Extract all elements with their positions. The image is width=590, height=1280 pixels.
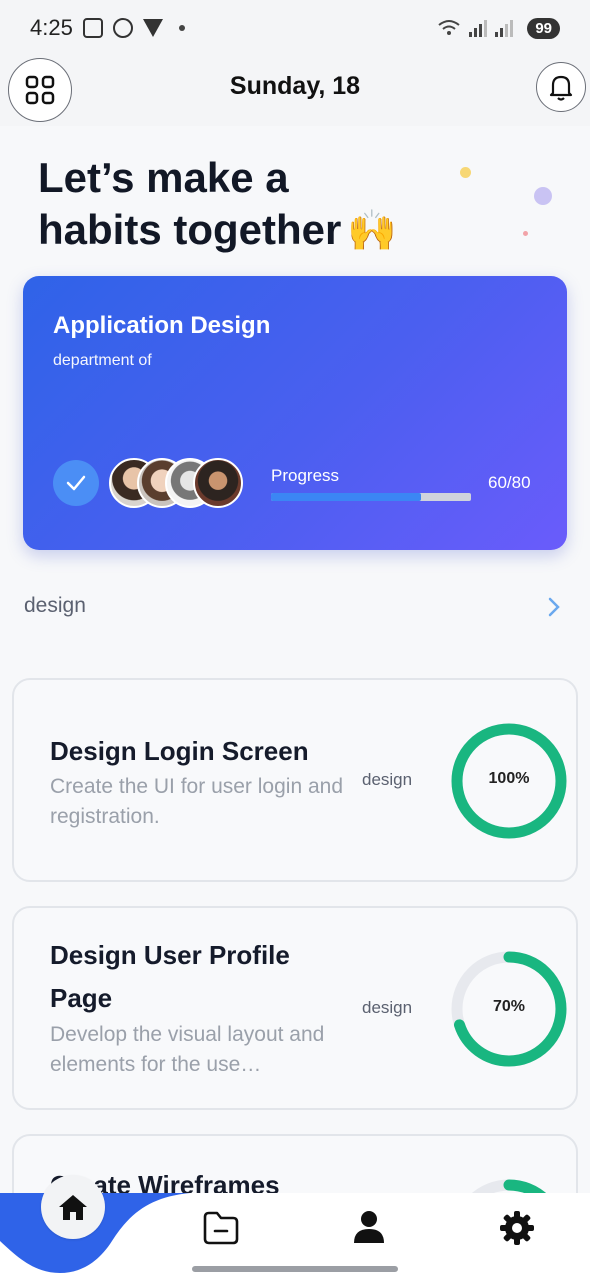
task-percent: 100% <box>488 770 530 787</box>
nav-profile-button[interactable] <box>352 1209 386 1250</box>
notification-dot-icon <box>178 25 185 31</box>
alarm-icon <box>112 18 133 38</box>
page-title: Sunday, 18 <box>229 72 361 100</box>
task-tag: design <box>362 998 413 1017</box>
member-avatars <box>109 458 243 508</box>
decor-dot-purple <box>534 187 552 205</box>
progress-bar-fill <box>271 493 421 501</box>
task-percent: 70% <box>492 998 526 1015</box>
chevron-right-icon[interactable] <box>544 596 564 618</box>
task-title: Design Login Screen <box>50 736 309 766</box>
status-time: 4:25 <box>30 15 73 40</box>
progress-bar <box>271 493 471 501</box>
section-label: design <box>24 594 86 617</box>
task-description: Develop the visual layout and elements f… <box>50 1023 325 1076</box>
notifications-button[interactable] <box>536 62 586 112</box>
screenshot-icon <box>82 18 103 38</box>
task-progress-ring: 100% <box>450 722 568 840</box>
wifi-icon <box>438 20 460 35</box>
check-button[interactable] <box>53 460 99 506</box>
hero-heading: Let’s make a habits together 🙌 <box>38 152 458 257</box>
hero-line-2: habits together <box>38 206 342 253</box>
task-tag: design <box>362 770 413 789</box>
hero-line-1: Let’s make a <box>38 154 289 201</box>
person-icon <box>354 1211 384 1243</box>
task-card[interactable]: Design Login Screen Create the UI for us… <box>12 678 578 882</box>
gesture-bar <box>192 1266 398 1272</box>
avatar <box>193 458 243 508</box>
vpn-icon <box>142 19 163 37</box>
check-icon <box>66 475 86 491</box>
raising-hands-emoji-icon: 🙌 <box>347 209 398 253</box>
folder-icon <box>203 1211 239 1245</box>
progress-label: Progress <box>271 466 340 485</box>
signal-icon <box>469 19 488 37</box>
battery-badge: 99 <box>527 17 560 39</box>
signal-icon-2 <box>495 19 514 37</box>
feature-card-subtitle: department of <box>53 352 152 369</box>
task-title: Design User Profile Page <box>50 940 290 1013</box>
nav-settings-button[interactable] <box>498 1209 536 1252</box>
progress-count: 60/80 <box>488 473 531 492</box>
task-progress-ring: 70% <box>450 950 568 1068</box>
status-bar: 4:25 99 <box>0 0 590 56</box>
feature-project-card[interactable]: Application Design department of Progres… <box>23 276 567 550</box>
task-description: Create the UI for user login and registr… <box>50 775 343 828</box>
app-header: Sunday, 18 <box>0 56 590 126</box>
feature-card-title: Application Design <box>53 312 271 339</box>
decor-dot-pink <box>523 231 528 236</box>
home-icon <box>59 1195 87 1220</box>
nav-folder-button[interactable] <box>202 1209 240 1252</box>
nav-home-button[interactable] <box>41 1175 105 1239</box>
decor-dot-yellow <box>460 167 471 178</box>
bell-icon <box>549 75 573 101</box>
settings-icon <box>500 1211 534 1245</box>
task-card[interactable]: Design User Profile Page Develop the vis… <box>12 906 578 1110</box>
